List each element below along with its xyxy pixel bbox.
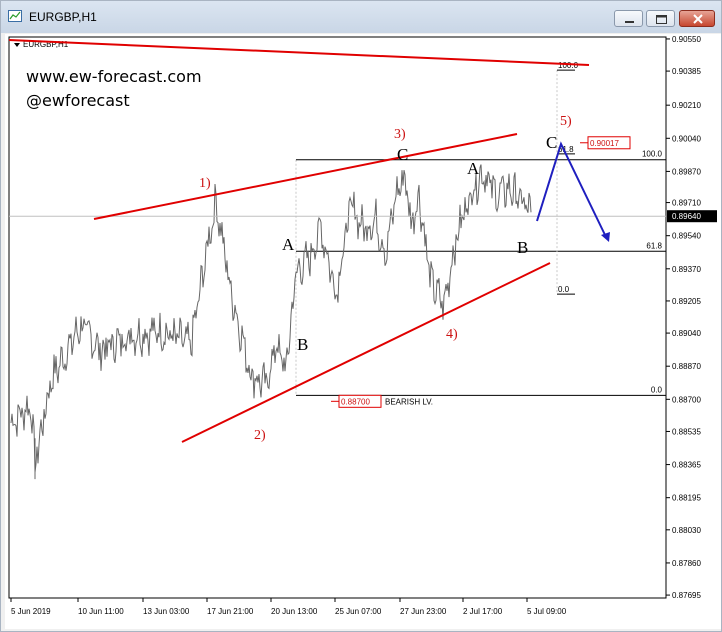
price-axis-label: 0.89540 — [672, 232, 701, 241]
time-axis-label: 20 Jun 13:00 — [271, 607, 318, 616]
wave-label-black: B — [297, 335, 308, 354]
chart-window-icon — [8, 10, 22, 22]
fib-level-label: 100.0 — [642, 150, 663, 159]
wave-label-red: 3) — [394, 127, 406, 142]
time-axis-label: 10 Jun 11:00 — [78, 607, 124, 616]
time-axis-label: 13 Jun 03:00 — [143, 607, 190, 616]
bearish-level-text: BEARISH LV. — [385, 397, 433, 406]
price-axis-label: 0.89710 — [672, 199, 701, 208]
maximize-button[interactable] — [646, 10, 675, 27]
wave-label-black: A — [282, 235, 295, 254]
price-axis-label: 0.88700 — [672, 395, 701, 404]
projection-fib-label: 100.0 — [558, 61, 579, 70]
bearish-level-price: 0.88700 — [341, 397, 370, 406]
price-axis-label: 0.90385 — [672, 67, 701, 76]
watermark-site: www.ew-forecast.com — [26, 67, 202, 86]
time-axis-label: 5 Jul 09:00 — [527, 607, 567, 616]
minimize-icon — [625, 21, 634, 23]
time-axis-label: 25 Jun 07:00 — [335, 607, 382, 616]
time-axis-label: 27 Jun 23:00 — [400, 607, 447, 616]
wave-label-red: 1) — [199, 176, 211, 191]
price-axis-label: 0.87695 — [672, 591, 701, 600]
wave-label-red: 2) — [254, 428, 266, 443]
price-axis-label: 0.89040 — [672, 329, 701, 338]
price-axis-label: 0.90210 — [672, 101, 701, 110]
chart-area[interactable]: EURGBP,H1 www.ew-forecast.com @ewforecas… — [5, 34, 721, 629]
price-axis-label: 0.88030 — [672, 526, 701, 535]
minimize-button[interactable] — [614, 10, 643, 27]
price-axis-label: 0.88870 — [672, 362, 701, 371]
app-window: EURGBP,H1 EURGBP,H1 www.ew-forecast.com … — [0, 0, 722, 632]
price-axis-label: 0.90550 — [672, 35, 701, 44]
wave-label-black: C — [397, 145, 408, 164]
price-chart[interactable]: EURGBP,H1 www.ew-forecast.com @ewforecas… — [5, 34, 721, 629]
title-bar[interactable]: EURGBP,H1 — [1, 1, 721, 33]
wave-label-red: 5) — [560, 114, 572, 129]
watermark-handle: @ewforecast — [26, 91, 130, 110]
price-axis-label: 0.87860 — [672, 559, 701, 568]
time-axis-label: 17 Jun 21:00 — [207, 607, 254, 616]
projection-fib-label: 0.0 — [558, 285, 570, 294]
price-axis-label: 0.89370 — [672, 265, 701, 274]
maximize-icon — [656, 15, 667, 24]
time-axis-label: 2 Jul 17:00 — [463, 607, 503, 616]
fib-level-label: 0.0 — [651, 385, 663, 394]
close-icon — [693, 14, 703, 24]
wave-label-red: 4) — [446, 327, 458, 342]
price-axis-label: 0.88365 — [672, 461, 701, 470]
target-level-price: 0.90017 — [590, 139, 619, 148]
price-axis-label: 0.88535 — [672, 427, 701, 436]
close-button[interactable] — [679, 10, 715, 27]
price-axis-label: 0.90040 — [672, 134, 701, 143]
wave-label-black: A — [467, 159, 480, 178]
fib-level-label: 61.8 — [646, 241, 662, 250]
wave-label-black: B — [517, 238, 528, 257]
wave-label-black: C — [546, 133, 557, 152]
price-axis-label: 0.89870 — [672, 167, 701, 176]
window-title: EURGBP,H1 — [29, 10, 97, 24]
current-price-label: 0.89640 — [672, 212, 701, 221]
time-axis-label: 5 Jun 2019 — [11, 607, 51, 616]
price-axis-label: 0.88195 — [672, 494, 701, 503]
price-axis-label: 0.89205 — [672, 297, 701, 306]
